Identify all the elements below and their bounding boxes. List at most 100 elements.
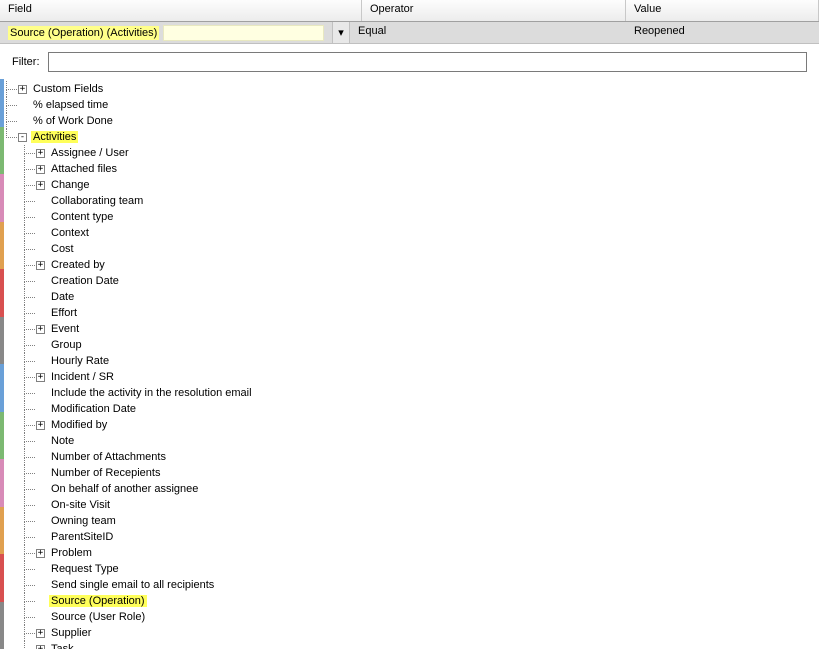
- field-input-area[interactable]: [163, 25, 324, 41]
- tree-node-label: Effort: [49, 307, 79, 319]
- column-header-value[interactable]: Value: [626, 0, 819, 21]
- tree-node[interactable]: Hourly Rate: [36, 353, 819, 369]
- tree-node-label: Group: [49, 339, 84, 351]
- tree-node[interactable]: Date: [36, 289, 819, 305]
- condition-field-text: Source (Operation) (Activities): [8, 26, 159, 40]
- expand-icon[interactable]: +: [36, 645, 45, 649]
- tree-node[interactable]: + Created by: [36, 257, 819, 273]
- filter-condition-row: Source (Operation) (Activities) ▾ Equal …: [0, 22, 819, 44]
- expand-icon[interactable]: +: [36, 373, 45, 382]
- column-header-operator[interactable]: Operator: [362, 0, 626, 21]
- tree-node-label: Custom Fields: [31, 83, 105, 95]
- tree-node[interactable]: Creation Date: [36, 273, 819, 289]
- grid-header: Field Operator Value: [0, 0, 819, 22]
- tree-node[interactable]: Request Type: [36, 561, 819, 577]
- tree-node-label: Incident / SR: [49, 371, 116, 383]
- tree-node-label: Modified by: [49, 419, 109, 431]
- expand-icon[interactable]: +: [36, 181, 45, 190]
- tree-node[interactable]: + Supplier: [36, 625, 819, 641]
- chevron-down-icon: ▾: [338, 26, 344, 39]
- expand-icon[interactable]: +: [18, 85, 27, 94]
- tree-node[interactable]: Collaborating team: [36, 193, 819, 209]
- condition-value-cell[interactable]: Reopened: [626, 22, 819, 43]
- tree-node[interactable]: -Activities + Assignee / User + Attached fil…: [18, 129, 819, 649]
- tree-node[interactable]: Send single email to all recipients: [36, 577, 819, 593]
- tree-node-label: Cost: [49, 243, 76, 255]
- collapse-icon[interactable]: -: [18, 133, 27, 142]
- expand-icon[interactable]: +: [36, 549, 45, 558]
- tree-node[interactable]: Note: [36, 433, 819, 449]
- tree-node-label: % of Work Done: [31, 115, 115, 127]
- tree-node[interactable]: + Task: [36, 641, 819, 649]
- tree-node[interactable]: % elapsed time: [18, 97, 819, 113]
- tree-node[interactable]: + Assignee / User: [36, 145, 819, 161]
- tree-node[interactable]: Cost: [36, 241, 819, 257]
- tree-node[interactable]: Include the activity in the resolution e…: [36, 385, 819, 401]
- tree-node-label: Creation Date: [49, 275, 121, 287]
- tree-node-label: Note: [49, 435, 76, 447]
- tree-node[interactable]: + Custom Fields: [18, 81, 819, 97]
- tree-node-label: Problem: [49, 547, 94, 559]
- tree-node-label: Activities: [31, 131, 78, 143]
- tree-node-label: Date: [49, 291, 76, 303]
- tree-node-label: Event: [49, 323, 81, 335]
- tree-node[interactable]: Owning team: [36, 513, 819, 529]
- tree-node[interactable]: + Incident / SR: [36, 369, 819, 385]
- tree-node[interactable]: % of Work Done: [18, 113, 819, 129]
- tree-node-label: Supplier: [49, 627, 93, 639]
- tree-node-label: Number of Recepients: [49, 467, 162, 479]
- filter-label: Filter:: [12, 56, 40, 68]
- tree-node-label: Assignee / User: [49, 147, 131, 159]
- expand-icon[interactable]: +: [36, 421, 45, 430]
- filter-bar: Filter:: [0, 44, 819, 79]
- condition-operator-cell[interactable]: Equal: [350, 22, 626, 43]
- tree-node-label: % elapsed time: [31, 99, 110, 111]
- expand-icon[interactable]: +: [36, 165, 45, 174]
- tree-node[interactable]: + Event: [36, 321, 819, 337]
- tree-node[interactable]: + Change: [36, 177, 819, 193]
- condition-field-cell[interactable]: Source (Operation) (Activities): [0, 22, 332, 43]
- tree-node-label: On behalf of another assignee: [49, 483, 200, 495]
- tree-node[interactable]: ParentSiteID: [36, 529, 819, 545]
- tree-node-label: Task: [49, 643, 76, 649]
- tree-node-label: Modification Date: [49, 403, 138, 415]
- field-dropdown-button[interactable]: ▾: [332, 22, 350, 43]
- tree-node[interactable]: + Attached files: [36, 161, 819, 177]
- tree-node-label: Request Type: [49, 563, 121, 575]
- field-tree: + Custom Fields % elapsed time % of Work Do…: [0, 79, 819, 649]
- tree-node[interactable]: Number of Attachments: [36, 449, 819, 465]
- expand-icon[interactable]: +: [36, 629, 45, 638]
- tree-node-label: Context: [49, 227, 91, 239]
- tree-node-label: Source (Operation): [49, 595, 147, 607]
- tree-node[interactable]: Context: [36, 225, 819, 241]
- tree-node-label: Send single email to all recipients: [49, 579, 216, 591]
- tree-node-label: Owning team: [49, 515, 118, 527]
- tree-node[interactable]: On-site Visit: [36, 497, 819, 513]
- tree-node-label: Created by: [49, 259, 107, 271]
- tree-node-label: Source (User Role): [49, 611, 147, 623]
- column-header-field[interactable]: Field: [0, 0, 362, 21]
- tree-node-label: Hourly Rate: [49, 355, 111, 367]
- tree-node[interactable]: Source (User Role): [36, 609, 819, 625]
- tree-node[interactable]: Content type: [36, 209, 819, 225]
- filter-input[interactable]: [48, 52, 808, 72]
- tree-node[interactable]: Number of Recepients: [36, 465, 819, 481]
- tree-node-label: Change: [49, 179, 92, 191]
- tree-node-label: On-site Visit: [49, 499, 112, 511]
- tree-node-label: Number of Attachments: [49, 451, 168, 463]
- tree-node-label: Content type: [49, 211, 115, 223]
- expand-icon[interactable]: +: [36, 325, 45, 334]
- expand-icon[interactable]: +: [36, 261, 45, 270]
- tree-node[interactable]: Modification Date: [36, 401, 819, 417]
- tree-node-label: ParentSiteID: [49, 531, 115, 543]
- tree-node-label: Collaborating team: [49, 195, 145, 207]
- tree-node[interactable]: Group: [36, 337, 819, 353]
- tree-node[interactable]: Source (Operation): [36, 593, 819, 609]
- sidebar-color-strip: [0, 79, 4, 649]
- tree-node[interactable]: Effort: [36, 305, 819, 321]
- tree-node-label: Attached files: [49, 163, 119, 175]
- expand-icon[interactable]: +: [36, 149, 45, 158]
- tree-node[interactable]: + Problem: [36, 545, 819, 561]
- tree-node[interactable]: + Modified by: [36, 417, 819, 433]
- tree-node[interactable]: On behalf of another assignee: [36, 481, 819, 497]
